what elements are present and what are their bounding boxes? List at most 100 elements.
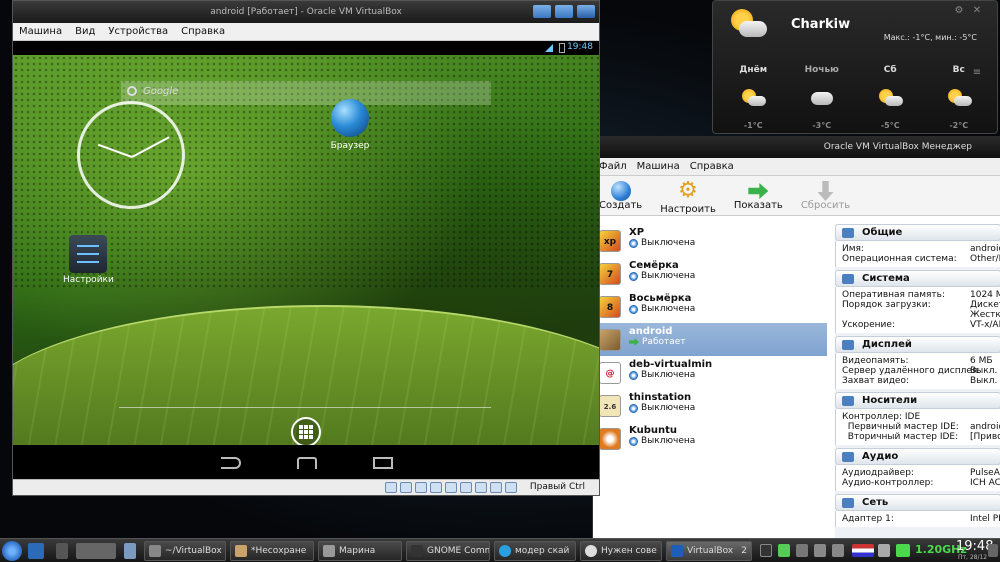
powered-off-icon bbox=[629, 370, 638, 380]
weather-close-icon[interactable]: ✕ bbox=[971, 5, 983, 17]
terminal-icon bbox=[411, 545, 423, 557]
task-button[interactable]: модер скай bbox=[494, 541, 576, 561]
wifi-icon[interactable] bbox=[878, 544, 890, 557]
details-general: Общие Имя:android Операционная система:O… bbox=[835, 224, 1000, 267]
settings-gear-icon: ⚙ bbox=[678, 178, 698, 203]
task-button[interactable]: GNOME Comm bbox=[406, 541, 490, 561]
android-nav-bar bbox=[13, 445, 599, 481]
browser-globe-icon[interactable] bbox=[331, 99, 369, 137]
opera-tray-icon[interactable] bbox=[760, 544, 772, 557]
task-button[interactable]: *Несохране bbox=[230, 541, 314, 561]
powered-off-icon bbox=[629, 238, 638, 248]
pager-icon[interactable] bbox=[56, 543, 68, 559]
settings-button[interactable]: ⚙ Настроить bbox=[660, 178, 716, 216]
create-button[interactable]: Создать bbox=[599, 180, 642, 211]
notifications-icon[interactable] bbox=[832, 544, 844, 557]
cd-status-icon[interactable] bbox=[400, 482, 412, 493]
kde-menu-icon[interactable] bbox=[2, 541, 22, 561]
windows-xp-icon: xp bbox=[599, 230, 621, 252]
general-icon bbox=[842, 228, 854, 238]
weather-forecast: Днём -1°C Ночью -3°C Сб -5°C Вс -2°C bbox=[719, 65, 993, 130]
show-desktop-icon[interactable] bbox=[28, 543, 44, 559]
show-button[interactable]: Показать bbox=[734, 180, 783, 211]
folder-icon bbox=[149, 545, 161, 557]
menu-file[interactable]: Файл bbox=[599, 161, 627, 172]
manager-toolbar: Создать ⚙ Настроить Показать Сбросить bbox=[593, 176, 1000, 216]
vm-list-item[interactable]: xp XP Выключена bbox=[593, 224, 827, 257]
discard-button[interactable]: Сбросить bbox=[801, 180, 850, 211]
menu-help[interactable]: Справка bbox=[181, 26, 225, 37]
mouse-integration-icon[interactable] bbox=[490, 482, 502, 493]
partly-cloudy-icon bbox=[725, 7, 769, 41]
panel-toolbox-icon[interactable] bbox=[988, 544, 998, 557]
details-system-header[interactable]: Система bbox=[835, 270, 1000, 287]
task-button[interactable]: ~/VirtualBox bbox=[144, 541, 226, 561]
settings-label: Настройки bbox=[63, 275, 114, 285]
hdd-status-icon[interactable] bbox=[385, 482, 397, 493]
weather-settings-icon[interactable]: ⚙ bbox=[953, 5, 965, 17]
details-storage-header[interactable]: Носители bbox=[835, 392, 1000, 409]
weather-minmax: Макс.: -1°C, мин.: -5°C bbox=[883, 33, 977, 42]
keyboard-capture-icon[interactable] bbox=[505, 482, 517, 493]
video-capture-icon[interactable] bbox=[475, 482, 487, 493]
virtual-desktops-icon[interactable] bbox=[76, 543, 116, 559]
maximize-icon[interactable] bbox=[555, 5, 573, 18]
android-wallpaper: Google Браузер Настройки bbox=[13, 55, 599, 481]
task-button[interactable]: Нужен сове bbox=[580, 541, 662, 561]
vm-list-item-selected[interactable]: android Работает bbox=[593, 323, 827, 356]
vm-window-android: android [Работает] - Oracle VM VirtualBo… bbox=[12, 0, 600, 496]
close-icon[interactable] bbox=[577, 5, 595, 18]
partly-cloudy-icon bbox=[740, 89, 767, 107]
menu-devices[interactable]: Устройства bbox=[108, 26, 168, 37]
shared-folder-icon[interactable] bbox=[445, 482, 457, 493]
vm-details-panel: Общие Имя:android Операционная система:O… bbox=[835, 224, 1000, 538]
menu-machine[interactable]: Машина bbox=[19, 26, 62, 37]
display-status-icon[interactable] bbox=[460, 482, 472, 493]
vm-list-item[interactable]: 2.6 thinstation Выключена bbox=[593, 389, 827, 422]
linux-os-icon bbox=[599, 329, 621, 351]
menu-help[interactable]: Справка bbox=[690, 161, 734, 172]
task-button[interactable]: Марина bbox=[318, 541, 402, 561]
clipboard-tray-icon[interactable] bbox=[796, 544, 808, 557]
volume-icon[interactable] bbox=[814, 544, 826, 557]
android-screen[interactable]: 19:48 Google Браузер Настройки bbox=[13, 41, 599, 481]
usb-status-icon[interactable] bbox=[415, 482, 427, 493]
back-icon[interactable] bbox=[221, 457, 241, 469]
keyboard-layout-flag-icon[interactable] bbox=[852, 544, 874, 557]
skype-tray-icon[interactable] bbox=[778, 544, 790, 557]
vm-list-item[interactable]: @ deb-virtualmin Выключена bbox=[593, 356, 827, 389]
analog-clock-widget[interactable] bbox=[77, 101, 185, 209]
virtualbox-manager-window: Oracle VM VirtualBox Менеджер Файл Машин… bbox=[592, 136, 1000, 538]
minimize-icon[interactable] bbox=[533, 5, 551, 18]
google-search-bar[interactable]: Google bbox=[121, 81, 491, 105]
speaker-icon bbox=[842, 452, 854, 462]
powered-off-icon bbox=[629, 271, 638, 281]
details-audio-header[interactable]: Аудио bbox=[835, 448, 1000, 465]
disk-icon bbox=[842, 396, 854, 406]
menu-machine[interactable]: Машина bbox=[637, 161, 680, 172]
home-icon[interactable] bbox=[297, 457, 317, 469]
details-general-header[interactable]: Общие bbox=[835, 224, 1000, 241]
chip-icon bbox=[842, 274, 854, 284]
vm-window-titlebar: android [Работает] - Oracle VM VirtualBo… bbox=[13, 1, 599, 23]
network-status-icon[interactable] bbox=[430, 482, 442, 493]
show-arrow-icon bbox=[747, 180, 769, 199]
vm-list-item[interactable]: 7 Семёрка Выключена bbox=[593, 257, 827, 290]
details-network-header[interactable]: Сеть bbox=[835, 494, 1000, 511]
settings-app-icon[interactable] bbox=[69, 235, 107, 273]
menu-view[interactable]: Вид bbox=[75, 26, 95, 37]
search-icon bbox=[127, 86, 137, 96]
details-display-header[interactable]: Дисплей bbox=[835, 336, 1000, 353]
image-icon bbox=[323, 545, 335, 557]
battery-tray-icon[interactable] bbox=[896, 544, 910, 557]
vm-window-title: android [Работает] - Oracle VM VirtualBo… bbox=[210, 7, 402, 17]
host-key-label: Правый Ctrl bbox=[529, 482, 585, 492]
app-drawer-icon[interactable] bbox=[291, 417, 321, 447]
recent-apps-icon[interactable] bbox=[373, 457, 393, 469]
task-button-active[interactable]: VirtualBox 2 bbox=[666, 541, 752, 561]
vm-list-item[interactable]: Kubuntu Выключена bbox=[593, 422, 827, 455]
browser-icon bbox=[585, 545, 597, 557]
network-icon bbox=[842, 498, 854, 508]
vm-list-item[interactable]: 8 Восьмёрка Выключена bbox=[593, 290, 827, 323]
clipboard-icon[interactable] bbox=[124, 543, 136, 559]
